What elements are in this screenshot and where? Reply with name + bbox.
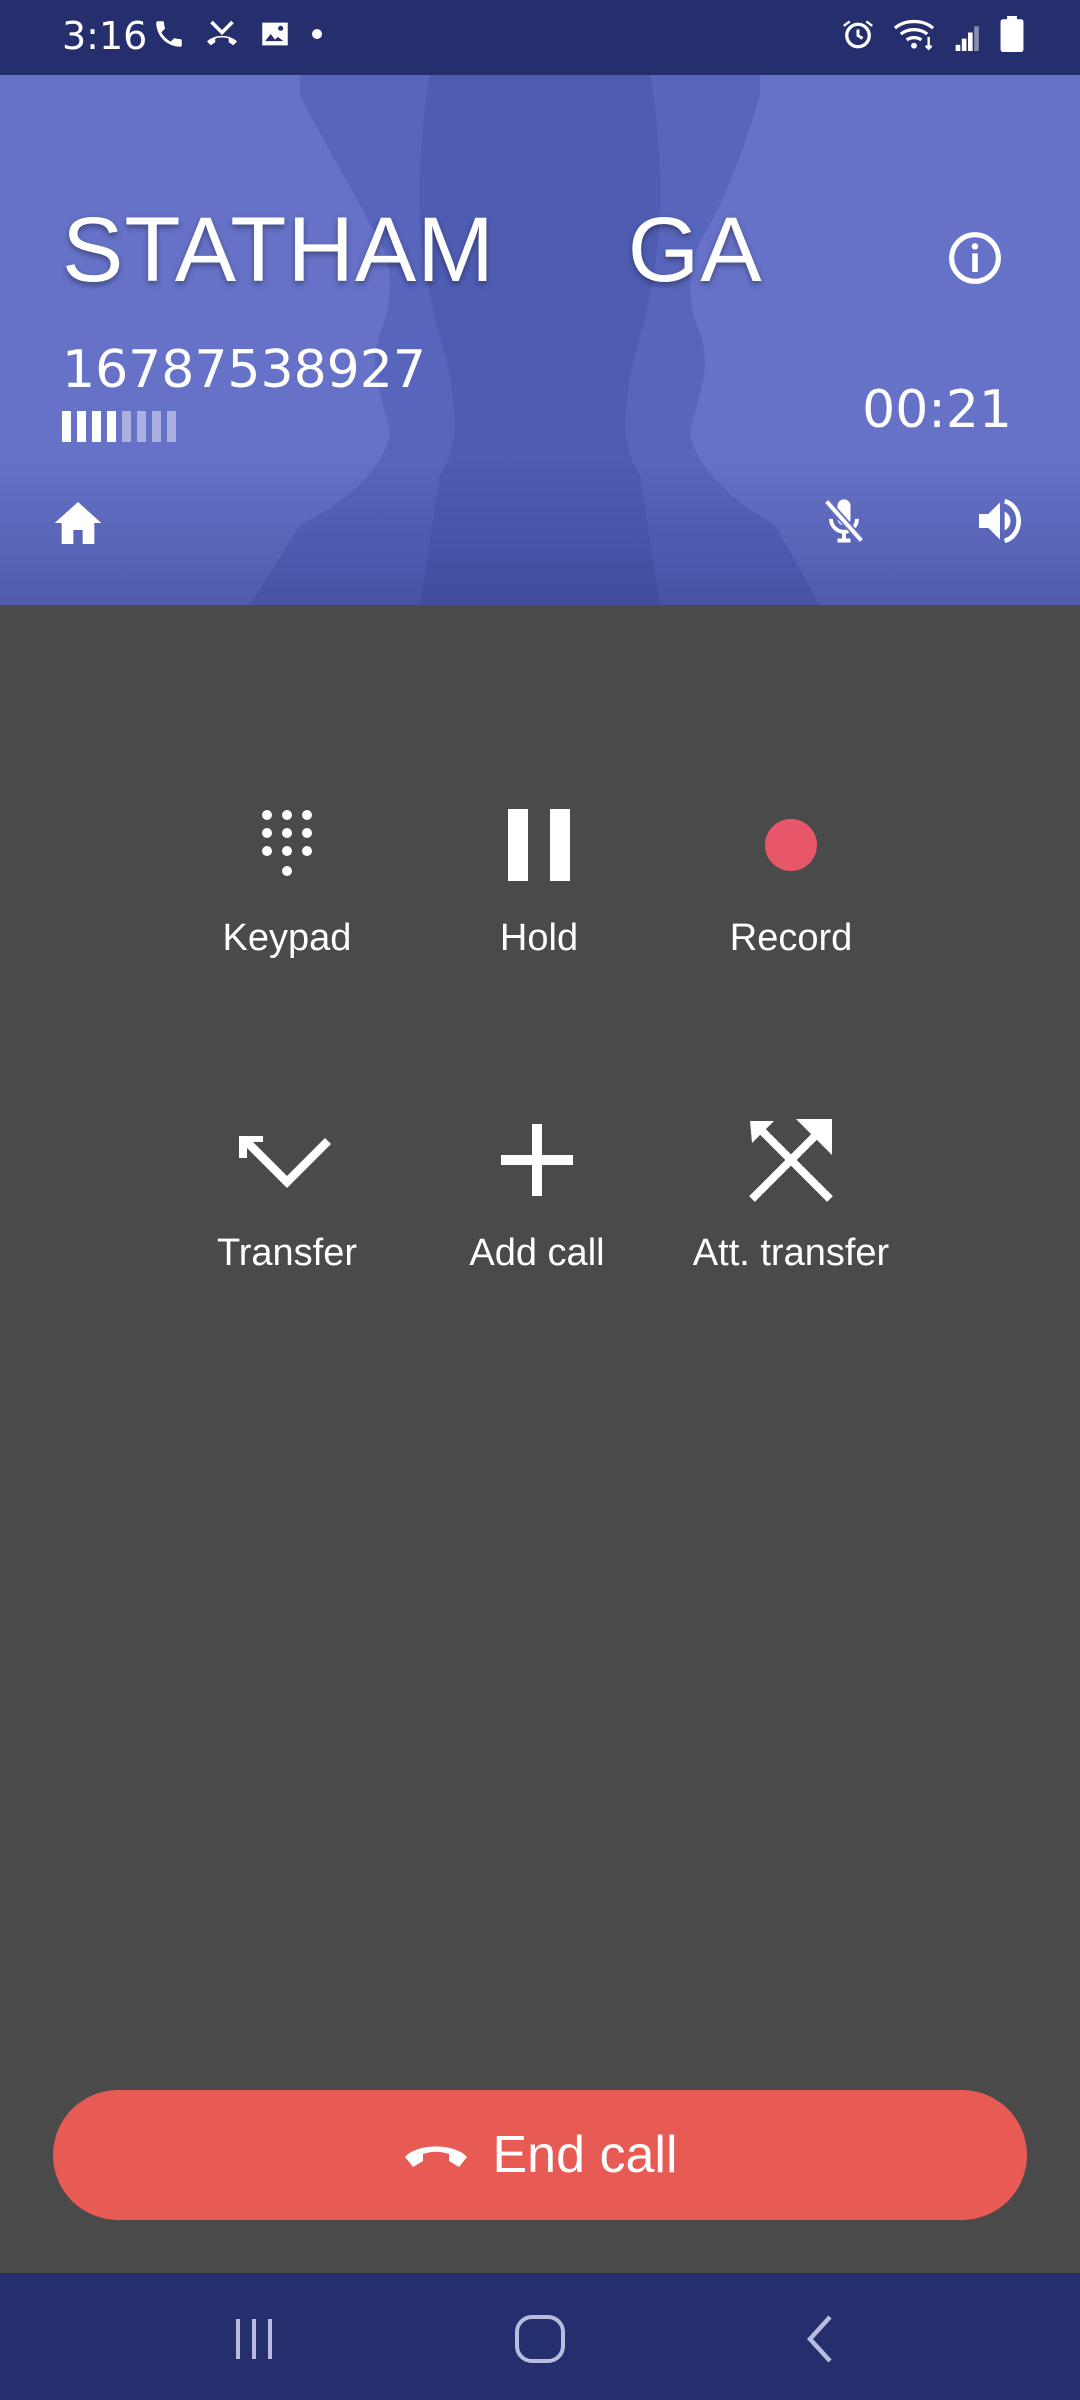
image-icon bbox=[262, 22, 288, 46]
recent-apps-icon[interactable] bbox=[228, 2313, 280, 2365]
record-icon bbox=[765, 819, 817, 871]
home-icon[interactable] bbox=[50, 495, 106, 551]
record-label: Record bbox=[729, 917, 853, 959]
transfer-icon bbox=[239, 1136, 331, 1188]
add-icon bbox=[501, 1124, 573, 1196]
wifi-icon bbox=[893, 19, 935, 51]
att-transfer-button[interactable]: Att. transfer bbox=[671, 1100, 911, 1275]
dot-icon bbox=[312, 29, 322, 39]
back-icon[interactable] bbox=[800, 2313, 840, 2365]
end-call-button[interactable]: End call bbox=[53, 2090, 1027, 2220]
mic-off-icon[interactable] bbox=[818, 493, 870, 549]
add-call-button[interactable]: Add call bbox=[417, 1100, 657, 1275]
home-nav-icon[interactable] bbox=[512, 2313, 568, 2365]
transfer-label: Transfer bbox=[216, 1232, 358, 1274]
add-call-label: Add call bbox=[469, 1232, 605, 1274]
status-icons-left bbox=[152, 16, 324, 52]
hold-button[interactable]: Hold bbox=[419, 785, 659, 960]
status-time: 3:16 bbox=[62, 14, 148, 58]
pause-icon bbox=[508, 809, 570, 881]
keypad-button[interactable]: Keypad bbox=[167, 785, 407, 960]
status-bar: 3:16 bbox=[0, 0, 1080, 75]
call-timer: 00:21 bbox=[862, 380, 1012, 440]
end-call-icon bbox=[404, 2146, 467, 2167]
attended-transfer-icon bbox=[749, 1119, 833, 1202]
info-icon[interactable] bbox=[947, 230, 1003, 286]
battery-icon bbox=[1000, 16, 1024, 52]
end-call-label: End call bbox=[492, 2126, 678, 2184]
missed-call-icon bbox=[207, 20, 237, 46]
header-shade bbox=[0, 455, 1080, 605]
keypad-label: Keypad bbox=[222, 917, 352, 959]
att-transfer-label: Att. transfer bbox=[692, 1232, 890, 1274]
keypad-icon bbox=[262, 810, 312, 876]
record-button[interactable]: Record bbox=[671, 785, 911, 960]
status-icons-right bbox=[840, 16, 1024, 52]
hold-label: Hold bbox=[499, 917, 579, 959]
speaker-icon[interactable] bbox=[972, 493, 1028, 549]
caller-number: 16787538927 bbox=[62, 340, 426, 400]
alarm-icon bbox=[843, 20, 873, 49]
caller-name: STATHAM GA bbox=[62, 199, 763, 301]
call-quality-bars bbox=[62, 411, 176, 442]
phone-icon bbox=[156, 21, 182, 47]
transfer-button[interactable]: Transfer bbox=[167, 1100, 407, 1275]
cell-signal-icon bbox=[955, 26, 979, 51]
system-nav-bar bbox=[0, 2273, 1080, 2400]
call-header: STATHAM GA 16787538927 00:21 bbox=[0, 75, 1080, 605]
